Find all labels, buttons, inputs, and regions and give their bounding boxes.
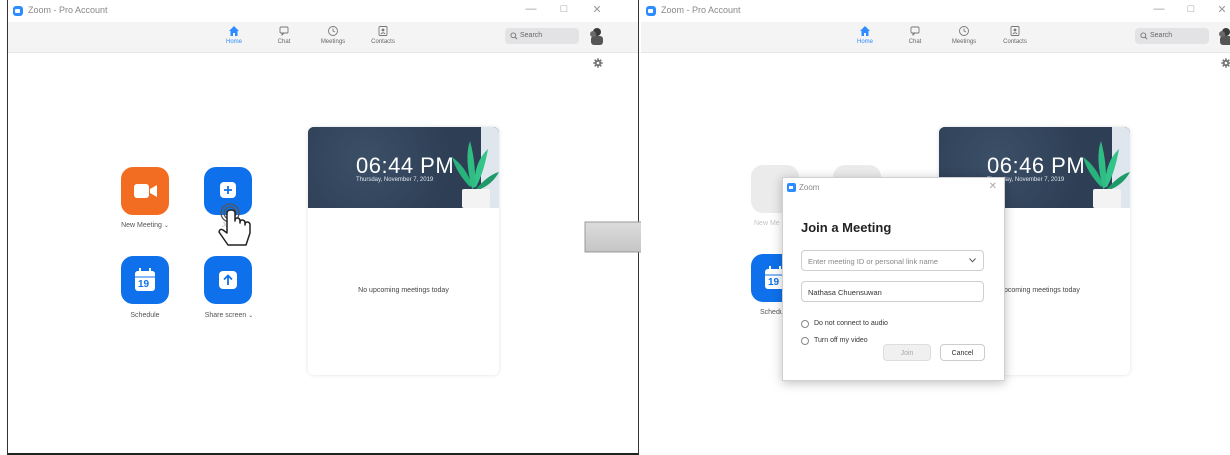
minimize-button[interactable]: — <box>523 3 539 15</box>
tab-chat[interactable]: Chat <box>262 25 306 45</box>
schedule-label[interactable]: Schedule <box>100 312 190 319</box>
home-icon <box>229 26 239 36</box>
tab-home[interactable]: Home <box>212 25 256 45</box>
tab-meetings[interactable]: Meetings <box>311 25 355 45</box>
tab-chat[interactable]: Chat <box>893 25 937 45</box>
clock-banner: 06:44 PM Thursday, November 7, 2019 <box>308 127 499 208</box>
plant-illustration <box>1083 127 1130 208</box>
video-option[interactable]: Turn off my video <box>801 332 868 350</box>
gear-icon[interactable] <box>593 58 603 68</box>
upcoming-meetings-card: 06:44 PM Thursday, November 7, 2019 No u… <box>308 127 499 375</box>
avatar[interactable] <box>588 27 604 45</box>
chat-icon <box>279 26 289 37</box>
share-screen-button[interactable] <box>204 256 252 304</box>
dialog-heading: Join a Meeting <box>801 220 892 235</box>
calendar-day: 19 <box>768 277 780 288</box>
top-nav: Home Chat Meetings Contacts Search <box>641 22 1230 53</box>
zoom-app-icon <box>13 6 23 16</box>
meeting-id-input[interactable]: Enter meeting ID or personal link name <box>801 250 984 271</box>
chat-icon <box>910 26 920 37</box>
join-meeting-dialog: Zoom ✕ Join a Meeting Enter meeting ID o… <box>782 177 1005 381</box>
close-button[interactable]: ✕ <box>1214 3 1230 16</box>
window-title: Zoom - Pro Account <box>28 5 108 15</box>
no-meetings-text: No upcoming meetings today <box>358 287 449 294</box>
chevron-down-icon[interactable] <box>969 258 976 263</box>
zoom-window-home: Zoom - Pro Account — □ ✕ Home Chat Meeti… <box>7 0 639 455</box>
zoom-app-icon <box>646 6 656 16</box>
search-icon <box>510 32 518 40</box>
contacts-icon <box>1010 26 1020 36</box>
current-date: Thursday, November 7, 2019 <box>356 177 434 183</box>
avatar[interactable] <box>1217 27 1230 45</box>
home-icon <box>860 26 870 36</box>
schedule-button[interactable]: 19 <box>121 256 169 304</box>
new-meeting-label[interactable]: New Meeting ⌄ <box>100 222 190 229</box>
zoom-app-icon <box>787 183 796 192</box>
video-checkbox[interactable] <box>801 336 809 345</box>
tab-home[interactable]: Home <box>843 25 887 45</box>
cancel-button[interactable]: Cancel <box>940 344 985 361</box>
tab-contacts[interactable]: Contacts <box>361 25 405 45</box>
chevron-down-icon[interactable]: ⌄ <box>248 313 253 319</box>
current-time: 06:46 PM <box>987 153 1086 178</box>
search-input[interactable]: Search <box>1135 28 1209 44</box>
name-input[interactable]: Nathasa Chuensuwan <box>801 281 984 302</box>
tab-meetings[interactable]: Meetings <box>942 25 986 45</box>
search-input[interactable]: Search <box>505 28 579 44</box>
current-time: 06:44 PM <box>356 153 455 178</box>
join-button[interactable]: Join <box>883 344 931 361</box>
share-arrow-icon <box>219 271 237 289</box>
window-title: Zoom - Pro Account <box>661 5 741 15</box>
dialog-title: Zoom <box>799 183 820 192</box>
clock-icon <box>959 26 969 36</box>
audio-checkbox[interactable] <box>801 319 809 328</box>
title-bar: Zoom - Pro Account — □ ✕ <box>8 0 638 22</box>
clock-icon <box>328 26 338 36</box>
title-bar: Zoom - Pro Account — □ ✕ <box>641 0 1230 22</box>
maximize-button[interactable]: □ <box>1183 3 1199 15</box>
contacts-icon <box>378 26 388 36</box>
gear-icon[interactable] <box>1221 58 1230 68</box>
close-icon[interactable]: ✕ <box>989 181 997 192</box>
audio-option[interactable]: Do not connect to audio <box>801 315 888 333</box>
new-meeting-button[interactable] <box>121 167 169 215</box>
plus-icon <box>220 182 236 198</box>
tab-contacts[interactable]: Contacts <box>993 25 1037 45</box>
share-screen-label[interactable]: Share screen ⌄ <box>184 312 274 319</box>
pointer-hand-icon <box>218 203 251 246</box>
close-button[interactable]: ✕ <box>589 3 605 16</box>
calendar-day: 19 <box>138 279 150 290</box>
maximize-button[interactable]: □ <box>556 3 572 15</box>
minimize-button[interactable]: — <box>1151 3 1167 15</box>
top-nav: Home Chat Meetings Contacts Search <box>8 22 638 53</box>
video-camera-icon <box>134 184 157 198</box>
plant-illustration <box>452 127 499 208</box>
chevron-down-icon[interactable]: ⌄ <box>164 223 169 229</box>
search-icon <box>1140 32 1148 40</box>
